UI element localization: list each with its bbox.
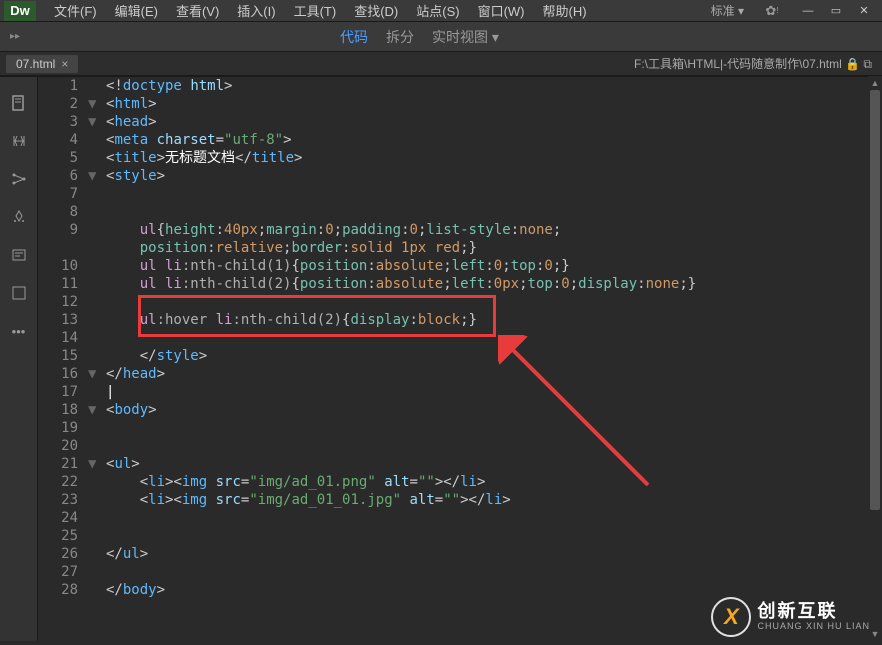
menu-help[interactable]: 帮助(H) [535,0,595,22]
document-tab[interactable]: 07.html × [6,55,78,73]
menu-view[interactable]: 查看(V) [168,0,227,22]
maximize-button[interactable]: ▭ [822,1,850,21]
view-tab-split[interactable]: 拆分 [386,27,414,47]
document-tab-bar: 07.html × F:\工具箱\HTML|-代码随意制作\07.html 🔒 … [0,52,882,76]
expand-icon[interactable]: ▸▸ [10,31,20,42]
scroll-down-icon[interactable]: ▼ [868,627,882,641]
git-icon[interactable] [9,283,29,303]
workspace-switcher[interactable]: 标准 ▾ [705,2,750,19]
close-button[interactable]: ✕ [850,1,878,21]
document-path: F:\工具箱\HTML|-代码随意制作\07.html 🔒 ⧉ [634,55,876,72]
watermark-badge-icon: X [711,597,751,637]
css-icon[interactable] [9,131,29,151]
menu-tools[interactable]: 工具(T) [286,0,345,22]
menu-file[interactable]: 文件(F) [46,0,105,22]
close-tab-icon[interactable]: × [61,57,68,71]
view-toolbar: ▸▸ 代码 拆分 实时视图 ▾ [0,22,882,52]
menu-site[interactable]: 站点(S) [408,0,467,22]
settings-icon[interactable]: ✿! [762,1,782,21]
menu-window[interactable]: 窗口(W) [470,0,533,22]
menubar: 文件(F) 编辑(E) 查看(V) 插入(I) 工具(T) 查找(D) 站点(S… [46,0,705,22]
file-icon[interactable] [9,93,29,113]
view-tab-code[interactable]: 代码 [340,27,368,47]
scrollbar-thumb[interactable] [870,90,880,510]
view-tab-live[interactable]: 实时视图 ▾ [432,27,499,47]
main-area: ••• 123456789101112131415161718192021222… [0,76,882,641]
minimize-button[interactable]: — [794,1,822,21]
dom-icon[interactable] [9,169,29,189]
code-editor[interactable]: 1234567891011121314151617181920212223242… [38,77,882,641]
titlebar: Dw 文件(F) 编辑(E) 查看(V) 插入(I) 工具(T) 查找(D) 站… [0,0,882,22]
left-rail: ••• [0,77,38,641]
more-icon[interactable]: ••• [9,321,29,341]
snippets-icon[interactable] [9,245,29,265]
watermark-cn: 创新互联 [757,602,870,622]
watermark-en: CHUANG XIN HU LIAN [757,622,870,632]
scroll-up-icon[interactable]: ▲ [868,76,882,90]
watermark-logo: X 创新互联 CHUANG XIN HU LIAN [711,597,870,637]
menu-find[interactable]: 查找(D) [346,0,406,22]
assets-icon[interactable] [9,207,29,227]
app-logo: Dw [4,1,36,21]
vertical-scrollbar[interactable]: ▲ ▼ [868,76,882,641]
readonly-icon: 🔒 ⧉ [845,57,872,71]
document-tab-label: 07.html [16,57,55,71]
menu-edit[interactable]: 编辑(E) [107,0,166,22]
menu-insert[interactable]: 插入(I) [229,0,283,22]
